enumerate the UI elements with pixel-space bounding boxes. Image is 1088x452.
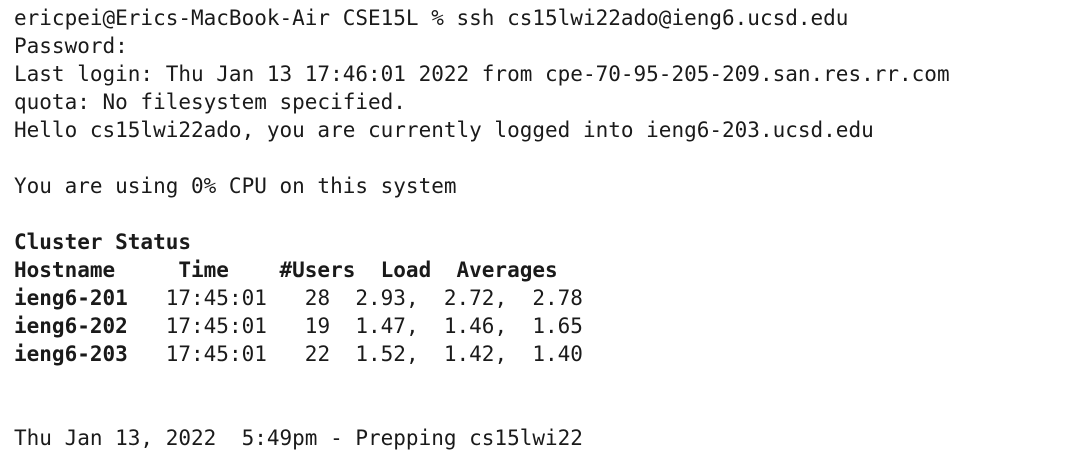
line-text: Hostname Time #Users Load Averages xyxy=(14,258,558,282)
line-text: Cluster Status xyxy=(14,230,192,254)
hostname-cell: ieng6-202 xyxy=(14,314,128,338)
cluster-status-heading: Cluster Status xyxy=(14,228,1088,256)
line-text: quota: No filesystem specified. xyxy=(14,90,406,114)
motd-line: Thu Jan 13, 2022 5:49pm - Prepping cs15l… xyxy=(14,424,1088,452)
last-login-line: Last login: Thu Jan 13 17:46:01 2022 fro… xyxy=(14,60,1088,88)
line-text: ericpei@Erics-MacBook-Air CSE15L % ssh c… xyxy=(14,6,849,30)
line-text: Last login: Thu Jan 13 17:46:01 2022 fro… xyxy=(14,62,950,86)
line-text: Thu Jan 13, 2022 5:49pm - Prepping cs15l… xyxy=(14,426,583,450)
stats-cell: 17:45:01 28 2.93, 2.72, 2.78 xyxy=(127,286,583,310)
hello-line: Hello cs15lwi22ado, you are currently lo… xyxy=(14,116,1088,144)
line-text: You are using 0% CPU on this system xyxy=(14,174,457,198)
stats-cell: 17:45:01 19 1.47, 1.46, 1.65 xyxy=(127,314,583,338)
cluster-row-ieng6-203: ieng6-203 17:45:01 22 1.52, 1.42, 1.40 xyxy=(14,340,1088,368)
cluster-row-ieng6-202: ieng6-202 17:45:01 19 1.47, 1.46, 1.65 xyxy=(14,312,1088,340)
line-text: Hello cs15lwi22ado, you are currently lo… xyxy=(14,118,874,142)
hostname-cell: ieng6-201 xyxy=(14,286,128,310)
cluster-table-header: Hostname Time #Users Load Averages xyxy=(14,256,1088,284)
cpu-usage-line: You are using 0% CPU on this system xyxy=(14,172,1088,200)
quota-line: quota: No filesystem specified. xyxy=(14,88,1088,116)
ssh-command-line: ericpei@Erics-MacBook-Air CSE15L % ssh c… xyxy=(14,4,1088,32)
terminal-window[interactable]: ericpei@Erics-MacBook-Air CSE15L % ssh c… xyxy=(0,0,1088,452)
line-text: Password: xyxy=(14,34,128,58)
stats-cell: 17:45:01 22 1.52, 1.42, 1.40 xyxy=(127,342,583,366)
cluster-row-ieng6-201: ieng6-201 17:45:01 28 2.93, 2.72, 2.78 xyxy=(14,284,1088,312)
password-prompt-line: Password: xyxy=(14,32,1088,60)
hostname-cell: ieng6-203 xyxy=(14,342,128,366)
